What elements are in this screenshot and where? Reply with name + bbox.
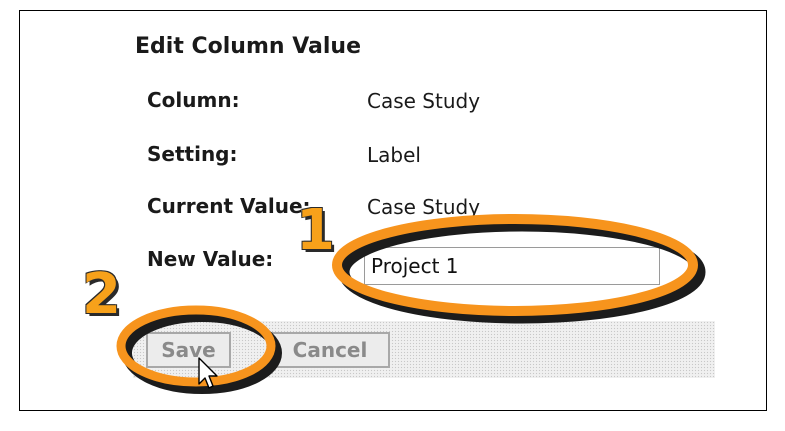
new-value-label: New Value: — [147, 247, 274, 271]
step-2-marker: 2 — [82, 262, 121, 327]
dialog-title: Edit Column Value — [135, 34, 361, 59]
cancel-button[interactable]: Cancel — [270, 332, 390, 368]
column-value: Case Study — [367, 89, 481, 113]
current-value-label: Current Value: — [147, 194, 311, 218]
new-value-input[interactable] — [364, 247, 660, 285]
current-value-value: Case Study — [367, 195, 481, 219]
save-button[interactable]: Save — [146, 332, 231, 368]
column-label: Column: — [147, 88, 240, 112]
setting-label: Setting: — [147, 142, 238, 166]
setting-value: Label — [367, 143, 421, 167]
step-1-marker: 1 — [296, 198, 335, 263]
